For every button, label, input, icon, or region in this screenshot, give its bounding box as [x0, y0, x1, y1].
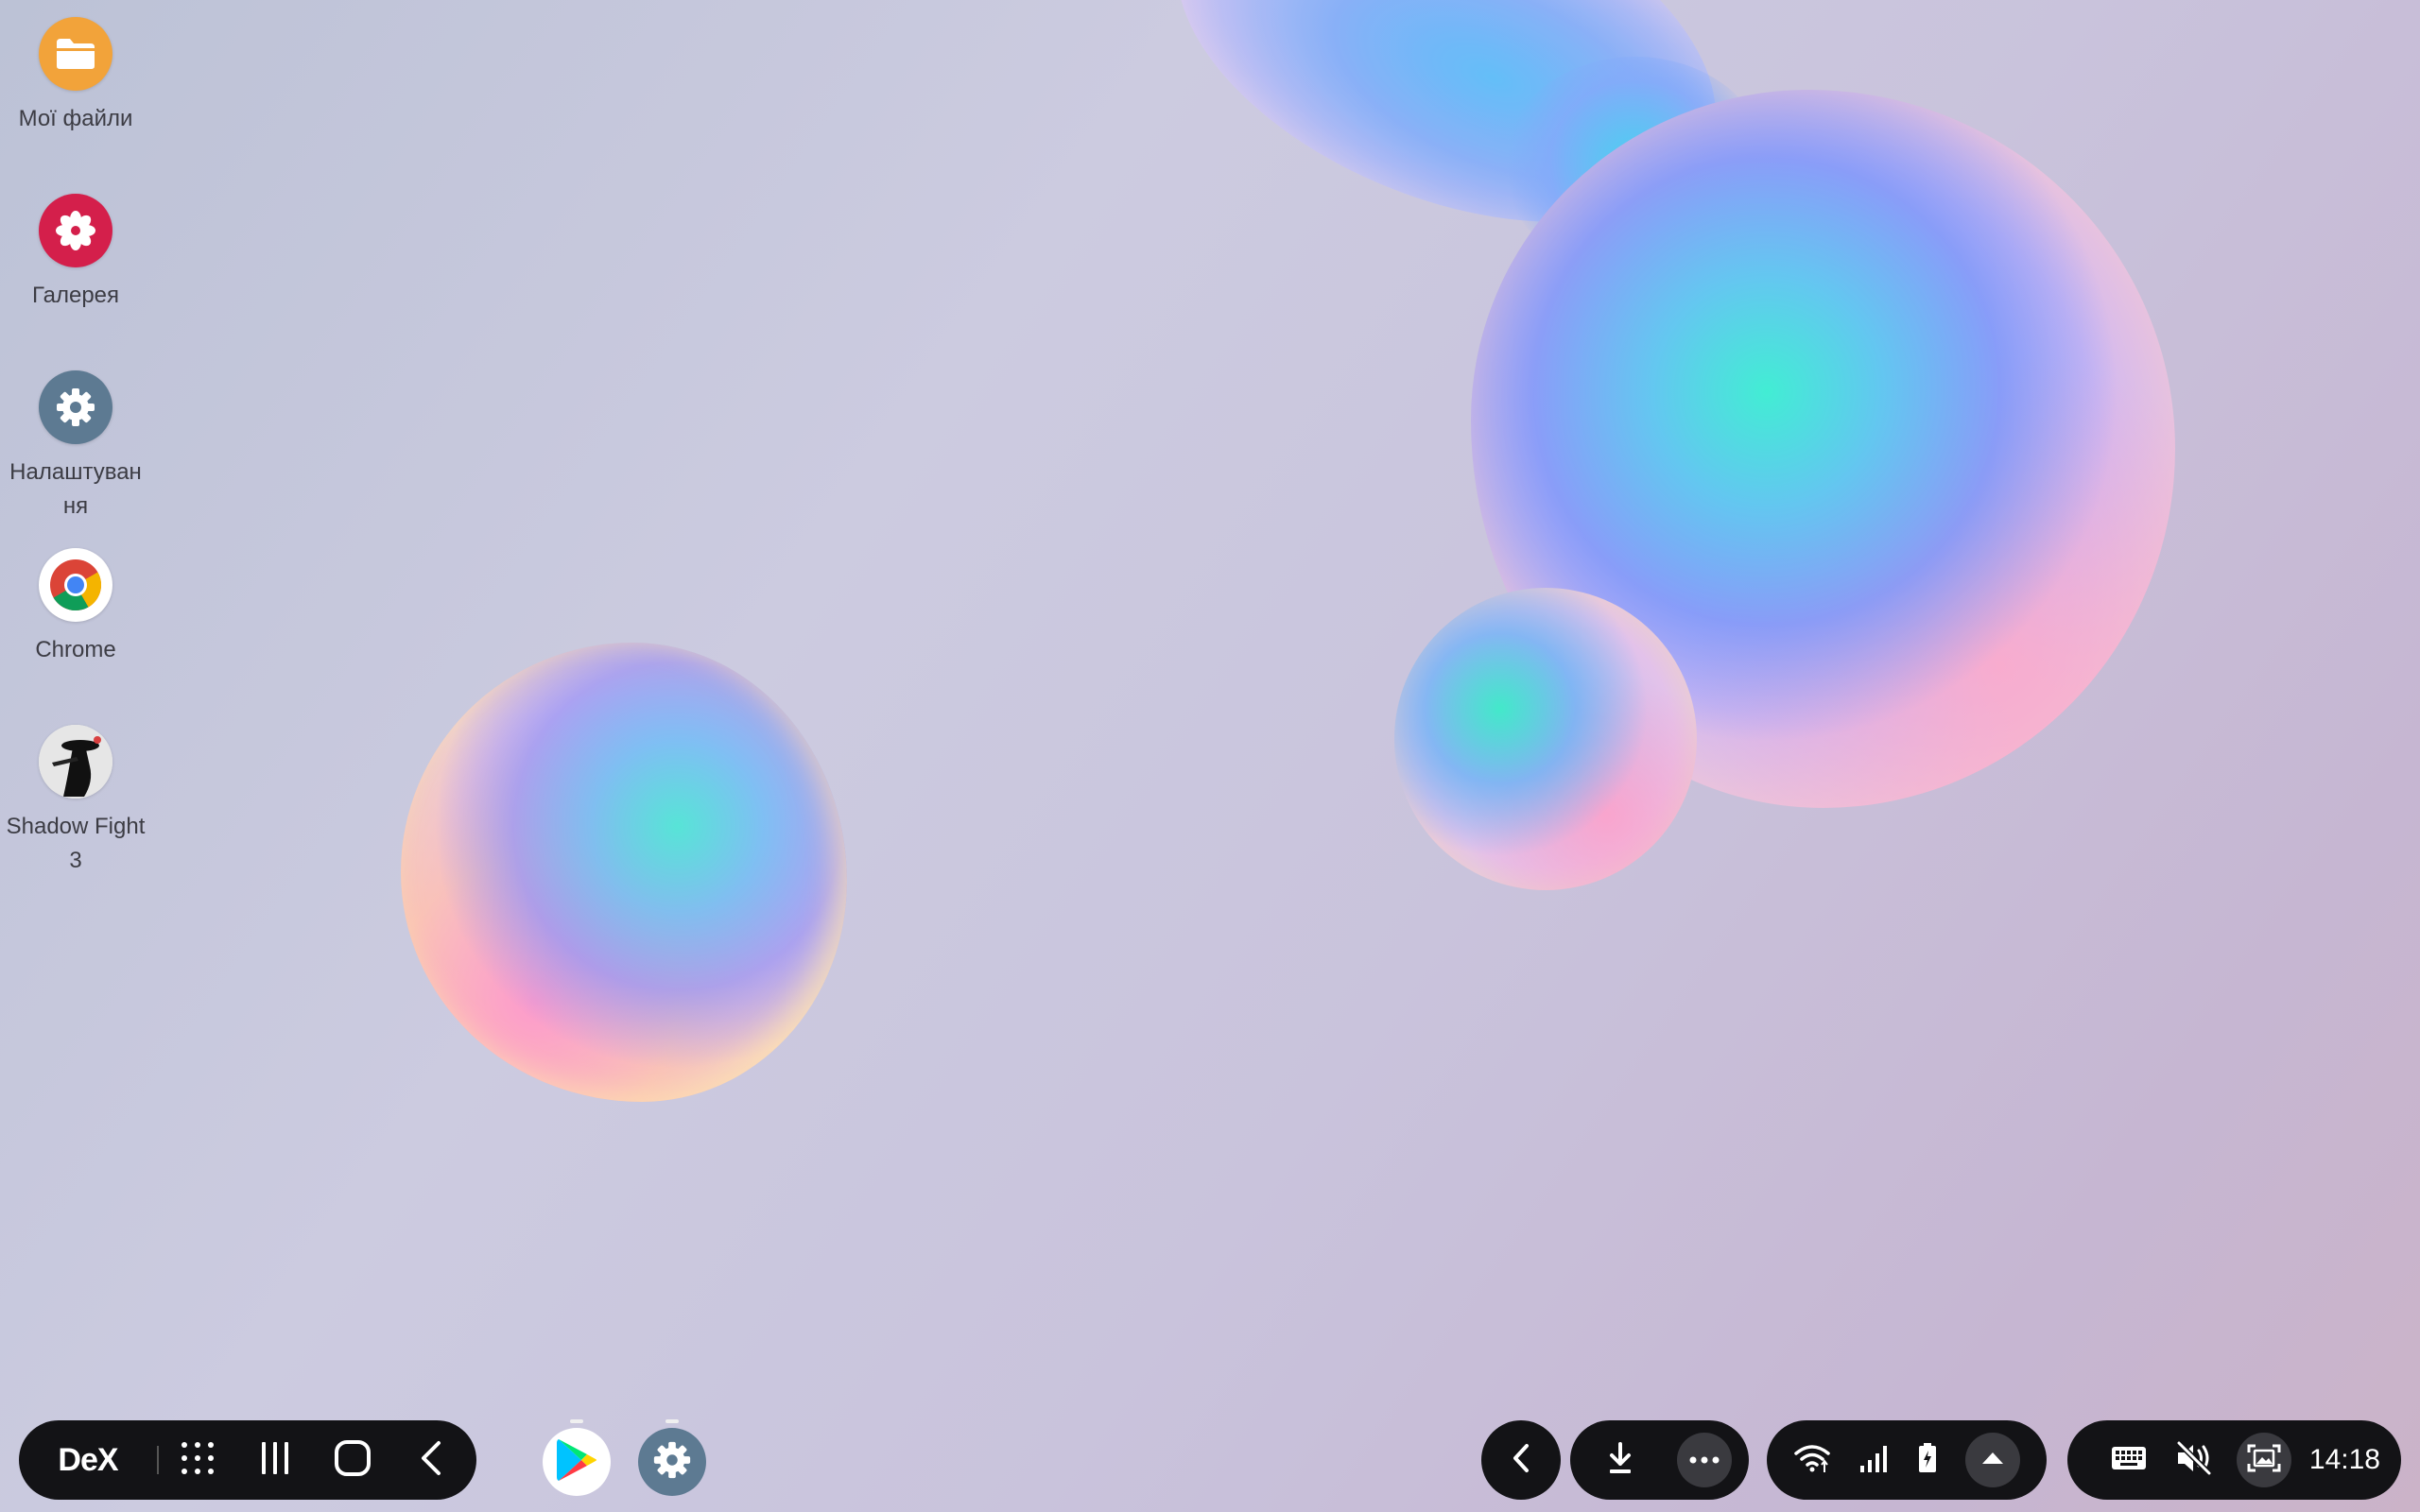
download-notification[interactable]: [1587, 1427, 1653, 1493]
system-tray: 14:18: [2067, 1420, 2401, 1500]
screenshot-icon: [2247, 1443, 2281, 1478]
desktop-shortcut-gallery[interactable]: Галерея: [0, 194, 151, 313]
dex-label: DeX: [58, 1441, 118, 1478]
signal-icon: [1858, 1443, 1891, 1478]
more-notifications-button[interactable]: [1676, 1433, 1732, 1487]
play-store-icon: [555, 1436, 598, 1488]
game-icon: [39, 725, 112, 799]
notification-bar: [1570, 1420, 1749, 1500]
home-button[interactable]: [314, 1420, 391, 1500]
wallpaper-bubble: [401, 643, 847, 1102]
flower-icon: [39, 194, 112, 267]
more-icon: [1689, 1452, 1720, 1469]
gear-icon: [39, 370, 112, 444]
chrome-icon: [39, 548, 112, 622]
status-bar[interactable]: [1767, 1420, 2047, 1500]
dex-button[interactable]: DeX: [19, 1442, 157, 1479]
desktop-shortcut-label: Галерея: [31, 283, 120, 308]
volume-button[interactable]: [2170, 1432, 2218, 1488]
folder-icon: [39, 17, 112, 91]
gear-icon: [651, 1439, 693, 1486]
home-icon: [334, 1439, 372, 1482]
dex-navigation-bar: DeX: [19, 1420, 476, 1500]
chevron-left-icon: [1510, 1442, 1532, 1479]
desktop-shortcut-shadow-fight-3[interactable]: Shadow Fight 3: [0, 725, 151, 878]
running-indicator: [570, 1419, 583, 1423]
desktop-shortcut-label: Chrome: [35, 637, 116, 662]
screenshot-button[interactable]: [2236, 1433, 2291, 1487]
desktop-shortcut-my-files[interactable]: Мої файли: [0, 17, 151, 136]
dock-app-settings[interactable]: [638, 1428, 706, 1496]
back-button[interactable]: [391, 1420, 469, 1500]
recent-apps-button[interactable]: [236, 1420, 314, 1500]
keyboard-icon: [2111, 1445, 2147, 1476]
running-indicator: [666, 1419, 679, 1423]
recent-apps-icon: [259, 1440, 291, 1481]
download-icon: [1606, 1441, 1634, 1480]
keyboard-button[interactable]: [2105, 1432, 2152, 1488]
wifi-icon: [1793, 1442, 1831, 1479]
collapse-button[interactable]: [1481, 1420, 1561, 1500]
quick-panel-button[interactable]: [1964, 1433, 2020, 1487]
dock-app-play-store[interactable]: [543, 1428, 611, 1496]
apps-button[interactable]: [159, 1420, 236, 1500]
desktop-shortcut-label: Мої файли: [18, 106, 133, 131]
desktop-shortcut-label: Налаштування: [9, 459, 142, 519]
mute-icon: [2175, 1440, 2213, 1480]
apps-grid-icon: [179, 1439, 216, 1482]
desktop-shortcut-chrome[interactable]: Chrome: [0, 548, 151, 667]
clock[interactable]: 14:18: [2309, 1444, 2380, 1476]
caret-up-icon: [1980, 1451, 2005, 1470]
wallpaper-bubble: [1394, 588, 1697, 890]
desktop-shortcut-settings[interactable]: Налаштування: [0, 370, 151, 524]
back-icon: [416, 1439, 444, 1482]
desktop-shortcut-label: Shadow Fight 3: [6, 814, 146, 873]
battery-icon: [1917, 1442, 1938, 1479]
